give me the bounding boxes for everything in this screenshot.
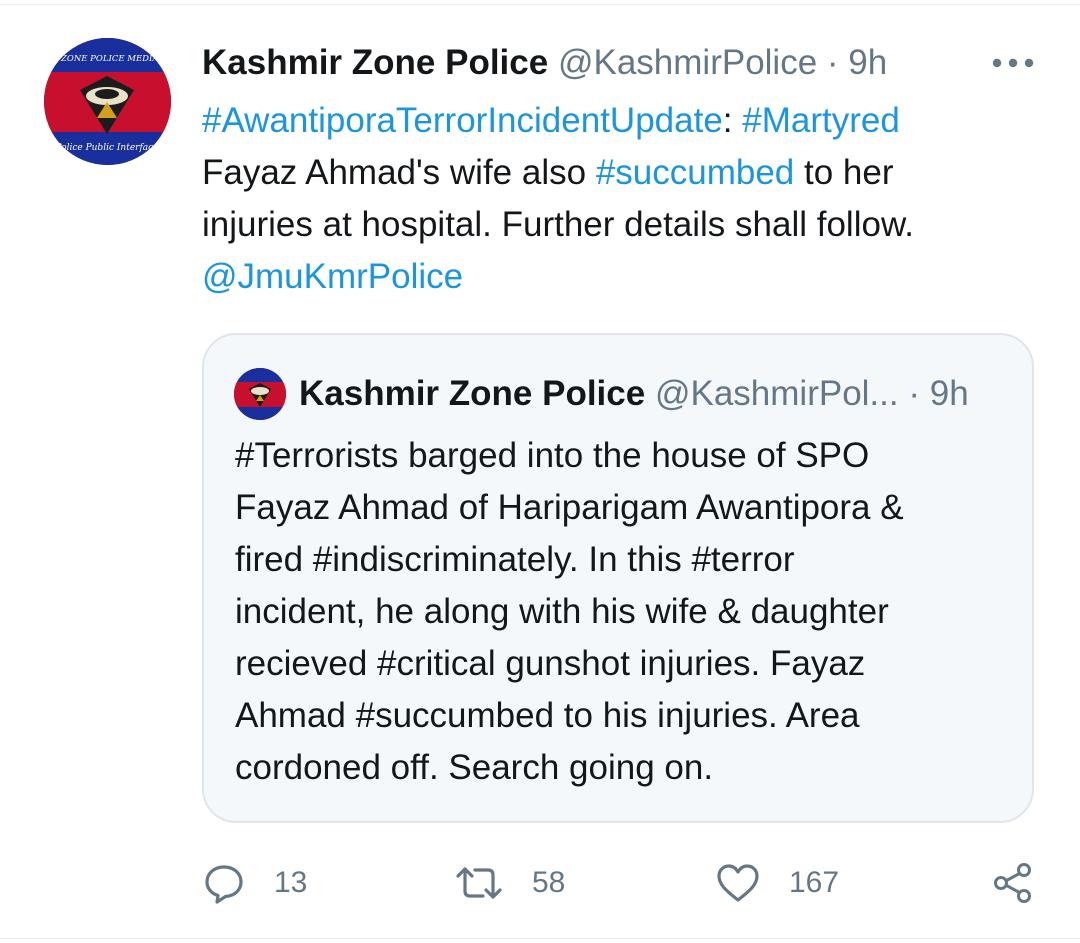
hashtag-link[interactable]: #AwantiporaTerrorIncidentUpdate bbox=[202, 101, 723, 140]
quoted-line: incident, he along with his wife & daugh… bbox=[235, 592, 889, 631]
like-button[interactable]: 167 bbox=[715, 855, 839, 911]
quoted-header-separator: · bbox=[908, 374, 920, 413]
retweet-count: 58 bbox=[532, 866, 566, 899]
tweet-actions: 13 58 167 bbox=[0, 855, 1080, 911]
user-handle[interactable]: @KashmirPolice bbox=[558, 43, 817, 82]
quoted-author-avatar bbox=[234, 368, 286, 420]
reply-icon bbox=[205, 865, 243, 904]
top-divider bbox=[0, 4, 1080, 5]
tweet-text-fragment: : bbox=[722, 101, 733, 140]
avatar-text-bottom: Police Public Interface bbox=[54, 143, 158, 153]
share-icon bbox=[994, 863, 1031, 903]
tweet-text-fragment: Fayaz Ahmad's wife also bbox=[202, 153, 587, 192]
quoted-tweet-card[interactable]: Kashmir Zone Police @KashmirPol... · 9h … bbox=[202, 333, 1034, 823]
police-logo-icon bbox=[234, 368, 286, 420]
tweet-line: injuries at hospital. Further details sh… bbox=[202, 205, 915, 244]
quoted-line: Fayaz Ahmad of Hariparigam Awantipora & bbox=[235, 488, 904, 527]
author-avatar[interactable]: KASHMIR ZONE POLICE MEDIA CENTER Police … bbox=[44, 38, 171, 165]
display-name[interactable]: Kashmir Zone Police bbox=[202, 43, 548, 82]
quoted-line: recieved #critical gunshot injuries. Fay… bbox=[235, 644, 866, 683]
hashtag-link[interactable]: #succumbed bbox=[596, 153, 794, 192]
quoted-line: fired #indiscriminately. In this #terror bbox=[235, 540, 795, 579]
tweet-time[interactable]: 9h bbox=[848, 43, 887, 82]
heart-icon bbox=[717, 864, 759, 902]
quoted-line: #Terrorists barged into the house of SPO bbox=[235, 436, 870, 475]
tweet-header: Kashmir Zone Police @KashmirPolice · 9h bbox=[202, 40, 1002, 86]
reply-count: 13 bbox=[274, 866, 308, 899]
quoted-tweet-body: #Terrorists barged into the house of SPO… bbox=[235, 430, 1015, 794]
tweet-line: Fayaz Ahmad's wife also #succumbed to he… bbox=[202, 147, 1042, 199]
tweet-line: @JmuKmrPolice bbox=[202, 251, 1042, 303]
tweet-line: #AwantiporaTerrorIncidentUpdate: #Martyr… bbox=[202, 95, 1042, 147]
share-button[interactable] bbox=[990, 855, 1036, 911]
header-separator: · bbox=[826, 43, 839, 82]
quoted-tweet-header: Kashmir Zone Police @KashmirPol... · 9h bbox=[299, 371, 1019, 417]
retweet-icon bbox=[456, 867, 502, 899]
retweet-button[interactable]: 58 bbox=[454, 855, 565, 911]
tweet-body: #AwantiporaTerrorIncidentUpdate: #Martyr… bbox=[202, 95, 1042, 303]
reply-button[interactable]: 13 bbox=[202, 855, 307, 911]
avatar-text-top: KASHMIR ZONE POLICE MEDIA CENTER bbox=[44, 54, 171, 64]
quoted-display-name: Kashmir Zone Police bbox=[299, 374, 646, 413]
like-count: 167 bbox=[789, 866, 840, 899]
quoted-line: cordoned off. Search going on. bbox=[235, 748, 714, 787]
mention-link[interactable]: @JmuKmrPolice bbox=[202, 257, 463, 296]
tweet-text-fragment: to her bbox=[804, 153, 894, 192]
hashtag-link[interactable]: #Martyred bbox=[742, 101, 900, 140]
police-logo-icon: KASHMIR ZONE POLICE MEDIA CENTER Police … bbox=[44, 38, 171, 165]
quoted-line: Ahmad #succumbed to his injuries. Area bbox=[235, 696, 860, 735]
more-horizontal-icon[interactable] bbox=[992, 55, 1034, 71]
bottom-divider bbox=[0, 938, 1080, 939]
quoted-user-handle: @KashmirPol... bbox=[654, 374, 899, 413]
quoted-tweet-time: 9h bbox=[929, 374, 969, 413]
